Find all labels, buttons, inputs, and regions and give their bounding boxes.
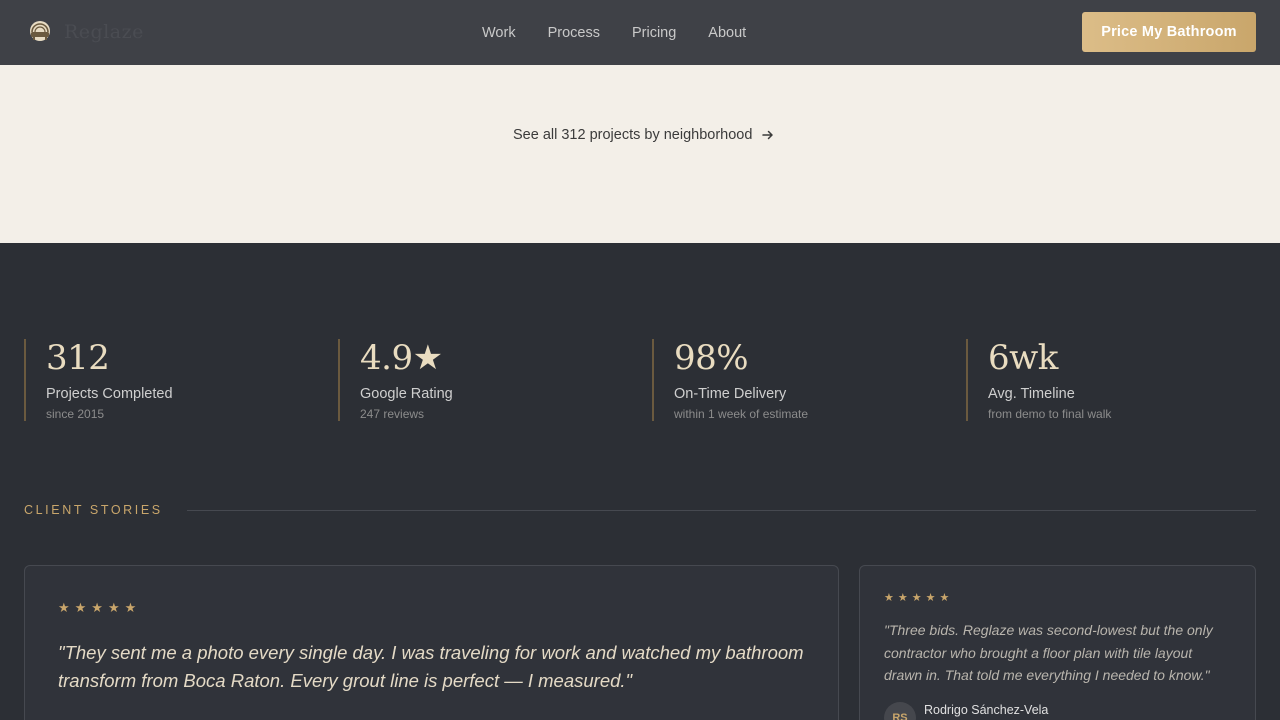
nav-link-process[interactable]: Process [532,25,616,41]
nav-link-work[interactable]: Work [466,25,532,41]
top-nav: Reglaze Work Process Pricing About Price… [0,0,1280,65]
stat-sub: within 1 week of estimate [674,407,809,421]
stat-label: Avg. Timeline [988,386,1075,402]
client-stories-header: CLIENT STORIES [24,502,1256,518]
stat-label: Projects Completed [46,386,173,402]
price-my-bathroom-button[interactable]: Price My Bathroom [1082,12,1256,52]
see-all-projects-link[interactable]: See all 312 projects by neighborhood [513,127,775,143]
nav-link-about[interactable]: About [692,25,762,41]
testimonial-quote: "They sent me a photo every single day. … [58,642,804,691]
stats-and-stories-section: 312 Projects Completed since 2015 4.9★ G… [0,243,1280,720]
stat-avg-timeline: 6wk Avg. Timeline from demo to final wal… [966,339,1111,421]
stat-label: On-Time Delivery [674,386,787,402]
divider [186,509,1256,511]
stat-sub: since 2015 [46,407,105,421]
stat-label: Google Rating [360,386,453,402]
arrow-right-icon [762,130,774,140]
five-star-rating-icon: ★★★★★ [884,592,954,604]
nav-link-pricing[interactable]: Pricing [616,25,692,41]
stat-value: 312 [46,338,110,378]
stats-row: 312 Projects Completed since 2015 4.9★ G… [24,339,1256,421]
five-star-rating-icon: ★★★★★ [58,600,142,615]
brand-name: Reglaze [64,21,144,43]
stat-google-rating: 4.9★ Google Rating 247 reviews [338,339,453,421]
testimonial-card-featured: ★★★★★ "They sent me a photo every single… [24,565,839,720]
stat-value: 4.9★ [360,338,443,378]
testimonial-author: RS Rodrigo Sánchez-Vela [884,702,1048,720]
nav-links: Work Process Pricing About [466,0,762,65]
see-all-projects-label: See all 312 projects by neighborhood [513,127,753,143]
stat-sub: 247 reviews [360,407,425,421]
author-name: Rodrigo Sánchez-Vela [924,703,1049,717]
stat-on-time-delivery: 98% On-Time Delivery within 1 week of es… [652,339,808,421]
testimonial-card: ★★★★★ "Three bids. Reglaze was second-lo… [859,565,1256,720]
testimonial-quote: "Three bids. Reglaze was second-lowest b… [884,622,1213,683]
client-stories-heading: CLIENT STORIES [24,503,163,517]
stat-value: 98% [674,338,749,378]
stat-value: 6wk [988,338,1058,378]
brand-logo[interactable]: Reglaze [28,20,144,44]
projects-band: See all 312 projects by neighborhood [0,65,1280,243]
avatar: RS [884,702,916,720]
stat-projects-completed: 312 Projects Completed since 2015 [24,339,173,421]
stat-sub: from demo to final walk [988,407,1112,421]
bathtub-logo-icon [30,21,50,41]
